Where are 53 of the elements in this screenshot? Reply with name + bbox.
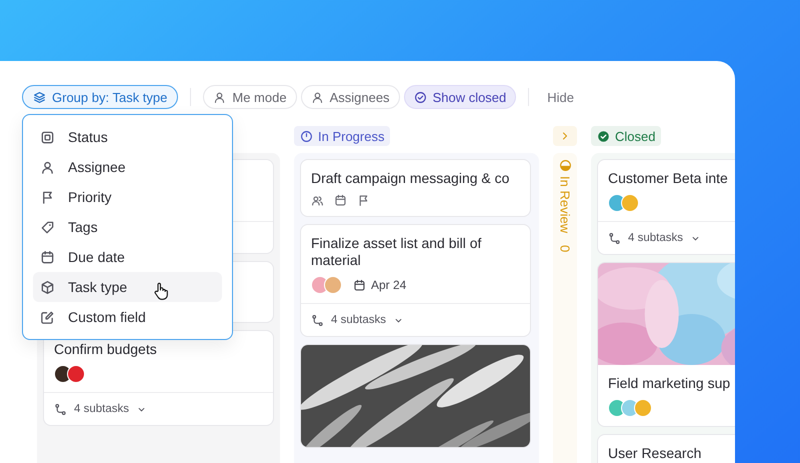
menu-item[interactable]: Due date — [33, 242, 222, 272]
square-icon — [40, 130, 55, 144]
tag-icon — [40, 220, 55, 234]
hand-cursor-icon — [153, 282, 169, 300]
filter-chip[interactable]: Me mode — [203, 85, 297, 109]
card-title: Field marketing sup — [607, 374, 732, 392]
layers-icon — [33, 90, 46, 104]
card-title: Customer Beta inte — [607, 169, 729, 187]
person-icon — [40, 160, 55, 174]
card-title: Finalize asset list and bill of material — [310, 234, 482, 269]
task-count: 0 — [558, 245, 572, 252]
people-icon — [311, 194, 324, 207]
person-icon — [310, 90, 324, 104]
menu-item[interactable]: Task type — [33, 272, 222, 302]
subtasks-button[interactable]: 4 subtasks — [54, 402, 147, 416]
task-card[interactable]: Customer Beta inte 4 subtasks — [597, 159, 735, 255]
task-card[interactable]: User Research — [597, 434, 735, 463]
menu-item[interactable]: Assignee — [33, 152, 222, 182]
menu-item[interactable]: Custom field — [33, 302, 222, 332]
column-title: In Review — [558, 176, 572, 234]
flag-icon — [40, 190, 55, 204]
menu-item[interactable]: Priority — [33, 182, 222, 212]
calendar-icon — [334, 194, 347, 207]
check-circle-icon — [597, 130, 610, 142]
filter-chip[interactable]: Assignees — [300, 85, 400, 109]
calendar-icon — [40, 250, 55, 264]
column-header[interactable]: In Progress — [294, 126, 390, 146]
half-circle-icon — [558, 159, 572, 172]
filter-chip[interactable]: Show closed — [404, 85, 516, 109]
subtask-icon — [54, 402, 67, 416]
person-icon — [213, 90, 226, 104]
menu-item[interactable]: Status — [33, 122, 222, 152]
due-date: Apr 24 — [371, 278, 406, 292]
edit-icon — [40, 310, 55, 324]
calendar-icon — [353, 278, 366, 292]
task-card[interactable]: Finalize asset list and bill of material Apr 24 4 subtasks — [300, 224, 531, 337]
subtask-icon — [311, 314, 324, 326]
task-card[interactable]: Draft campaign messaging & co — [300, 159, 531, 217]
subtasks-button[interactable]: 4 subtasks — [311, 314, 404, 326]
flag-icon — [357, 194, 370, 207]
cube-icon — [40, 280, 55, 294]
card-title: Confirm budgets — [53, 340, 158, 358]
check-circle-icon — [414, 90, 427, 104]
hide-button[interactable]: Hide — [541, 85, 580, 109]
card-title: Draft campaign messaging & co — [310, 169, 510, 187]
progress-icon — [300, 130, 313, 142]
subtask-icon — [608, 232, 621, 244]
group-by-button[interactable]: Group by: Task type — [22, 85, 178, 109]
column-header[interactable]: Closed — [591, 126, 662, 146]
menu-item[interactable]: Tags — [33, 212, 222, 242]
subtasks-button[interactable]: 4 subtasks — [608, 232, 701, 244]
task-card[interactable]: Field marketing sup — [597, 262, 735, 427]
task-card[interactable]: Confirm budgets 4 subtasks — [43, 330, 274, 426]
